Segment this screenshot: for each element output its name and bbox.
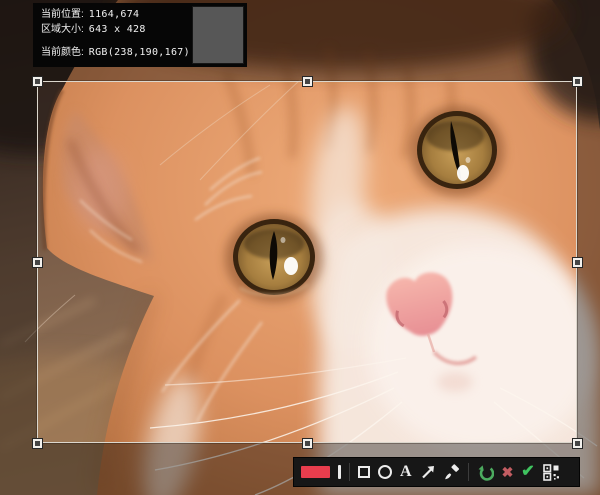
ellipse-tool-button[interactable] (378, 465, 392, 479)
toolbar-divider (468, 463, 469, 481)
brush-icon (444, 464, 460, 480)
selection-handle-e[interactable] (572, 257, 583, 268)
qr-code-button[interactable] (543, 464, 560, 481)
arrow-tool-button[interactable] (420, 464, 436, 480)
size-value: 643 x 428 (89, 24, 146, 36)
region-size-row: 区域大小: 643 x 428 (41, 24, 190, 36)
magnifier-info-panel: 当前位置: 1164,674 区域大小: 643 x 428 当前颜色: RGB… (33, 3, 247, 67)
selection-handle-se[interactable] (572, 438, 583, 449)
qr-code-icon (543, 464, 560, 481)
capture-overlay: 当前位置: 1164,674 区域大小: 643 x 428 当前颜色: RGB… (0, 0, 600, 495)
selection-handle-s[interactable] (302, 438, 313, 449)
size-label: 区域大小: (41, 24, 84, 36)
undo-icon (477, 464, 494, 481)
selection-handle-w[interactable] (32, 257, 43, 268)
current-position-row: 当前位置: 1164,674 (41, 9, 190, 21)
selection-handle-ne[interactable] (572, 76, 583, 87)
cancel-button[interactable]: ✖ (502, 465, 514, 479)
thickness-indicator[interactable] (338, 465, 341, 479)
confirm-icon: ✔ (521, 464, 534, 480)
selection-handle-sw[interactable] (32, 438, 43, 449)
thickness-bar (338, 465, 341, 479)
selection-handle-nw[interactable] (32, 76, 43, 87)
color-preview-swatch (192, 6, 244, 64)
info-text-block: 当前位置: 1164,674 区域大小: 643 x 428 当前颜色: RGB… (33, 3, 192, 67)
text-tool-button[interactable]: A (400, 464, 412, 480)
position-value: 1164,674 (89, 9, 140, 21)
rectangle-tool-button[interactable] (358, 466, 370, 478)
selection-region[interactable] (37, 81, 577, 443)
rectangle-icon (358, 466, 370, 478)
toolbar-divider (349, 463, 350, 481)
capture-toolbar: A ✖ ✔ (293, 457, 580, 487)
selection-handle-n[interactable] (302, 76, 313, 87)
cancel-icon: ✖ (502, 465, 514, 479)
color-swatch-button[interactable] (301, 466, 330, 478)
undo-button[interactable] (477, 464, 494, 481)
brush-tool-button[interactable] (444, 464, 460, 480)
ellipse-icon (378, 465, 392, 479)
current-color-row: 当前颜色: RGB(238,190,167) (41, 47, 190, 59)
text-tool-icon: A (400, 464, 412, 480)
arrow-icon (420, 464, 436, 480)
confirm-button[interactable]: ✔ (521, 464, 534, 480)
position-label: 当前位置: (41, 9, 84, 21)
color-label: 当前颜色: (41, 47, 84, 59)
color-value: RGB(238,190,167) (89, 47, 190, 59)
